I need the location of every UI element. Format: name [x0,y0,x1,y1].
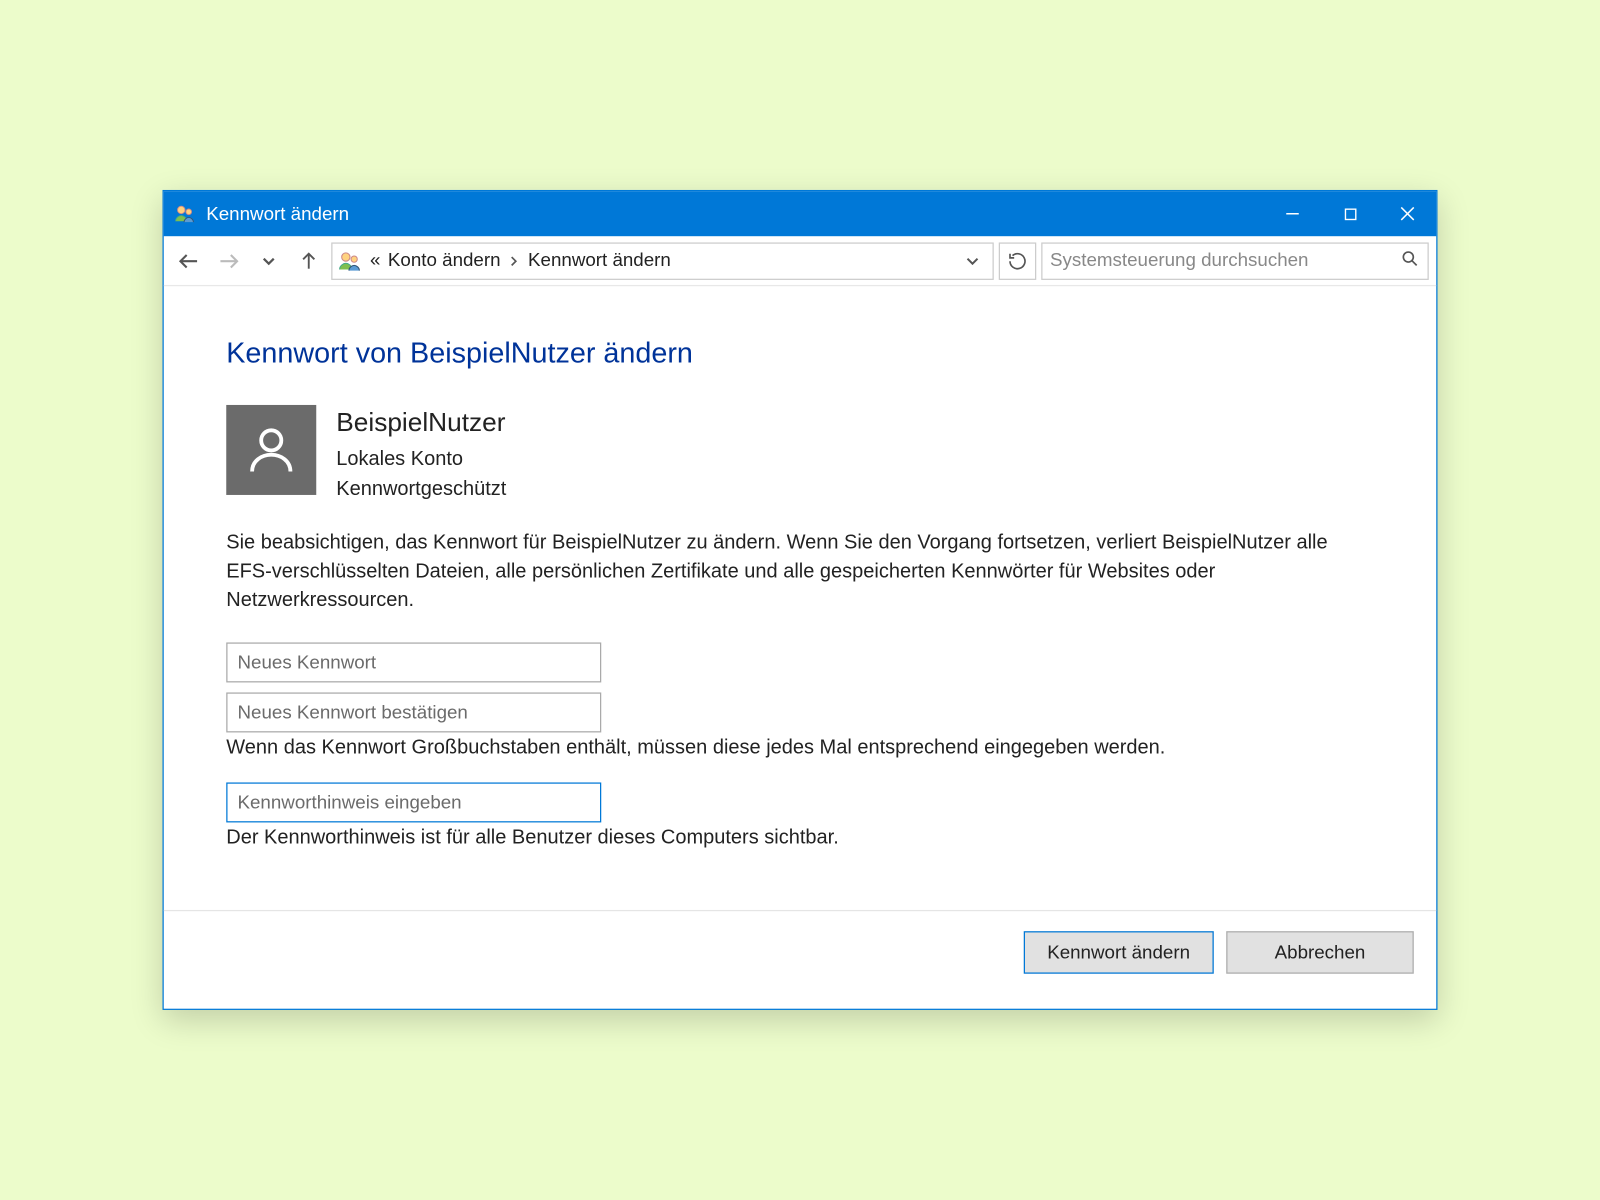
content-area: Kennwort von BeispielNutzer ändern Beisp… [164,286,1437,910]
back-button[interactable] [171,243,206,278]
password-hint-field[interactable] [226,783,601,823]
change-password-button[interactable]: Kennwort ändern [1023,931,1213,974]
breadcrumb-prefix: « [370,250,380,271]
user-accounts-icon [338,248,363,273]
new-password-field[interactable] [226,643,601,683]
breadcrumb-item[interactable]: Konto ändern [388,250,501,271]
recent-dropdown[interactable] [251,243,286,278]
minimize-button[interactable] [1264,191,1322,236]
up-button[interactable] [291,243,326,278]
close-button[interactable] [1379,191,1437,236]
confirm-password-field[interactable] [226,693,601,733]
titlebar: Kennwort ändern [164,191,1437,236]
chevron-right-icon [508,250,521,270]
address-bar[interactable]: « Konto ändern Kennwort ändern [331,242,994,280]
warning-text: Sie beabsichtigen, das Kennwort für Beis… [226,528,1374,615]
toolbar: « Konto ändern Kennwort ändern [164,236,1437,286]
footer: Kennwort ändern Abbrechen [164,910,1437,1009]
user-name: BeispielNutzer [336,405,506,443]
search-box[interactable] [1041,242,1429,280]
window: Kennwort ändern [163,190,1438,1010]
maximize-button[interactable] [1321,191,1379,236]
search-icon [1400,248,1420,273]
forward-button[interactable] [211,243,246,278]
address-dropdown[interactable] [958,245,988,275]
app-icon [174,202,197,225]
account-type: Lokales Konto [336,445,506,474]
page-heading: Kennwort von BeispielNutzer ändern [226,336,1374,370]
user-summary: BeispielNutzer Lokales Konto Kennwortges… [226,405,1374,504]
window-title: Kennwort ändern [206,203,349,224]
user-info: BeispielNutzer Lokales Konto Kennwortges… [336,405,506,504]
avatar [226,405,316,495]
search-input[interactable] [1050,250,1400,271]
breadcrumb-item[interactable]: Kennwort ändern [528,250,671,271]
account-status: Kennwortgeschützt [336,474,506,503]
cancel-button[interactable]: Abbrechen [1226,931,1414,974]
caps-note: Wenn das Kennwort Großbuchstaben enthält… [226,738,1374,761]
hint-note: Der Kennworthinweis ist für alle Benutze… [226,828,1374,851]
refresh-button[interactable] [999,242,1037,280]
